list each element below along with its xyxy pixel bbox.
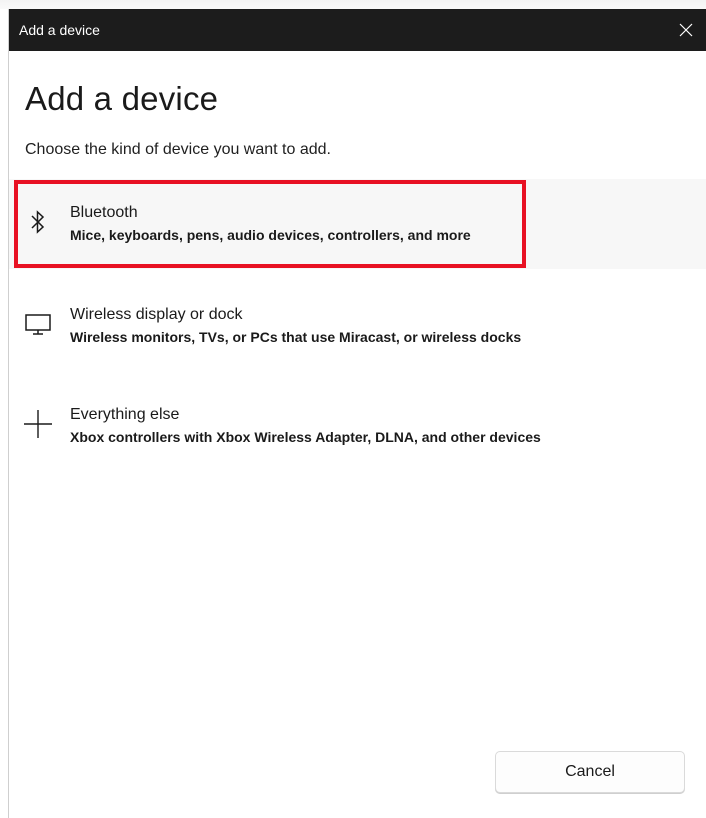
monitor-icon <box>21 307 55 341</box>
page-title: Add a device <box>25 80 219 117</box>
option-description: Mice, keyboards, pens, audio devices, co… <box>70 227 471 243</box>
page-subtitle: Choose the kind of device you want to ad… <box>25 141 331 158</box>
close-icon[interactable] <box>671 16 701 44</box>
option-label: Wireless display or dock <box>70 306 243 323</box>
option-label: Bluetooth <box>70 204 138 221</box>
title-bar: Add a device <box>9 9 706 51</box>
option-description: Xbox controllers with Xbox Wireless Adap… <box>70 429 541 445</box>
add-device-dialog: Add a device Add a device Choose the kin… <box>8 9 706 818</box>
option-description: Wireless monitors, TVs, or PCs that use … <box>70 329 522 345</box>
option-label: Everything else <box>70 406 180 423</box>
option-wireless-display[interactable]: Wireless display or dock Wireless monito… <box>9 281 706 371</box>
plus-icon <box>21 407 55 441</box>
selection-highlight <box>14 180 526 268</box>
bluetooth-icon <box>21 205 55 239</box>
background-strip <box>0 0 706 9</box>
cancel-button[interactable]: Cancel <box>495 751 685 793</box>
window-title: Add a device <box>19 22 100 38</box>
option-everything-else[interactable]: Everything else Xbox controllers with Xb… <box>9 381 706 471</box>
option-bluetooth[interactable]: Bluetooth Mice, keyboards, pens, audio d… <box>9 179 706 269</box>
